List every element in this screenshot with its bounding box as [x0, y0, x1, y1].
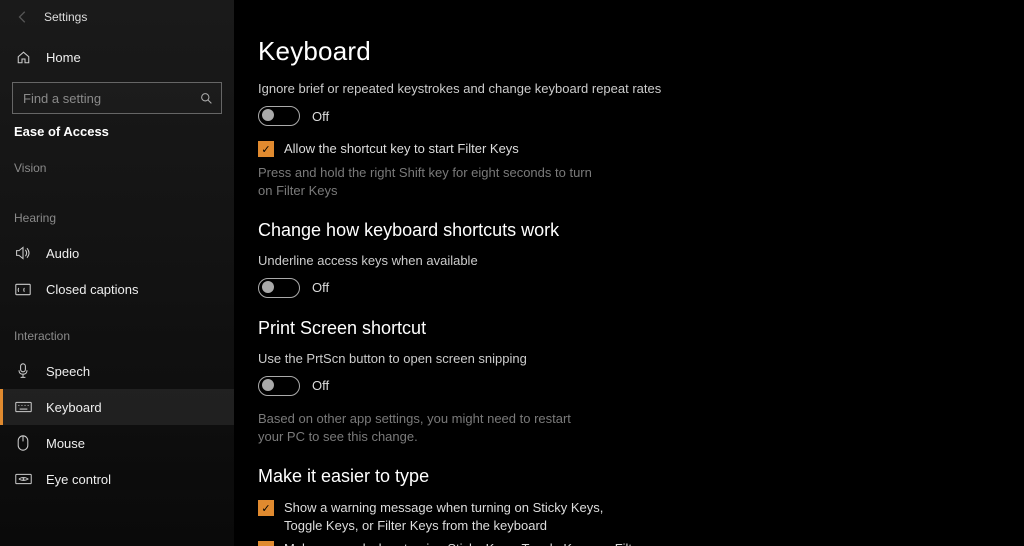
- shortcuts-heading: Change how keyboard shortcuts work: [258, 220, 984, 241]
- sidebar-item-label: Closed captions: [46, 282, 139, 297]
- sidebar-item-label: Mouse: [46, 436, 85, 451]
- search-input[interactable]: [21, 90, 195, 107]
- sidebar-item-keyboard[interactable]: Keyboard: [0, 389, 234, 425]
- home-nav[interactable]: Home: [0, 40, 234, 74]
- prtscn-toggle[interactable]: [258, 376, 300, 396]
- content: Keyboard Ignore brief or repeated keystr…: [234, 0, 1024, 546]
- filter-keys-shortcut-checkbox[interactable]: ✓: [258, 141, 274, 157]
- search-icon: [200, 92, 213, 105]
- back-button[interactable]: [12, 6, 34, 28]
- underline-toggle[interactable]: [258, 278, 300, 298]
- filter-keys-desc: Ignore brief or repeated keystrokes and …: [258, 81, 984, 96]
- search-box[interactable]: [12, 82, 222, 114]
- sidebar-item-label: Speech: [46, 364, 90, 379]
- underline-toggle-state: Off: [312, 280, 329, 295]
- window-title: Settings: [44, 10, 87, 24]
- sidebar-item-eye[interactable]: Eye control: [0, 461, 234, 497]
- filter-keys-toggle-state: Off: [312, 109, 329, 124]
- page-title: Keyboard: [258, 36, 984, 67]
- sidebar-item-audio[interactable]: Audio: [0, 235, 234, 271]
- easier-check2-label: Make a sound when turning Sticky Keys, T…: [284, 540, 644, 546]
- sidebar-item-label: Keyboard: [46, 400, 102, 415]
- speech-icon: [14, 363, 32, 379]
- prtscn-hint: Based on other app settings, you might n…: [258, 410, 598, 446]
- eye-icon: [14, 473, 32, 485]
- easier-heading: Make it easier to type: [258, 466, 984, 487]
- filter-keys-shortcut-label: Allow the shortcut key to start Filter K…: [284, 140, 519, 158]
- sidebar: Settings Home Ease of Access Vision Heari…: [0, 0, 234, 546]
- sidebar-item-speech[interactable]: Speech: [0, 353, 234, 389]
- category-title: Ease of Access: [0, 124, 234, 139]
- filter-keys-toggle[interactable]: [258, 106, 300, 126]
- easier-check1-label: Show a warning message when turning on S…: [284, 499, 644, 534]
- nav-group-header: Hearing: [0, 211, 234, 225]
- sidebar-item-label: Audio: [46, 246, 79, 261]
- titlebar: Settings: [0, 0, 234, 34]
- mouse-icon: [14, 435, 32, 451]
- sidebar-item-mouse[interactable]: Mouse: [0, 425, 234, 461]
- sidebar-item-captions[interactable]: Closed captions: [0, 271, 234, 307]
- prtscn-heading: Print Screen shortcut: [258, 318, 984, 339]
- captions-icon: [14, 283, 32, 296]
- keyboard-icon: [14, 401, 32, 413]
- easier-check1[interactable]: ✓: [258, 500, 274, 516]
- nav-group-header: Interaction: [0, 329, 234, 343]
- home-icon: [14, 50, 32, 65]
- filter-keys-shortcut-hint: Press and hold the right Shift key for e…: [258, 164, 598, 200]
- home-label: Home: [46, 50, 81, 65]
- nav-group-header: Vision: [0, 161, 234, 175]
- sidebar-item-label: Eye control: [46, 472, 111, 487]
- easier-check2[interactable]: ✓: [258, 541, 274, 546]
- underline-label: Underline access keys when available: [258, 253, 984, 268]
- prtscn-toggle-state: Off: [312, 378, 329, 393]
- prtscn-desc: Use the PrtScn button to open screen sni…: [258, 351, 984, 366]
- audio-icon: [14, 246, 32, 260]
